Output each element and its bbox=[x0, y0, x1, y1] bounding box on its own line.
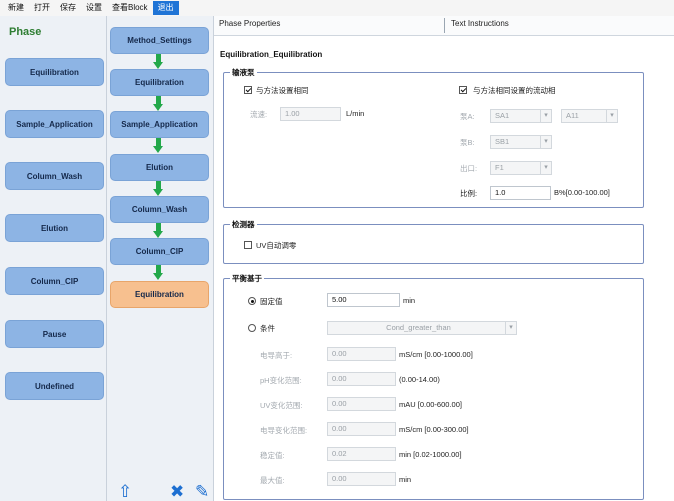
phase-properties-panel: Phase Properties Text Instructions Equil… bbox=[214, 16, 674, 501]
phase-item-column-cip[interactable]: Column_CIP bbox=[5, 267, 104, 295]
uv-auto-zero-checkbox[interactable] bbox=[244, 241, 252, 249]
cond-row-unit: mS/cm [0.00-1000.00] bbox=[399, 350, 473, 359]
flow-rate-input[interactable]: 1.00 bbox=[280, 107, 341, 121]
detector-group-title: 检测器 bbox=[230, 219, 257, 230]
flow-arrow-down-icon bbox=[153, 265, 164, 280]
uv-row-input[interactable]: 0.00 bbox=[327, 397, 396, 411]
pump-b-select[interactable]: SB1 ▾ bbox=[490, 135, 552, 149]
flow-node-equilibration[interactable]: Equilibration bbox=[110, 69, 209, 96]
stable-row-unit: min [0.02-1000.00] bbox=[399, 450, 462, 459]
tab-phase-properties[interactable]: Phase Properties bbox=[214, 16, 280, 36]
menu-save[interactable]: 保存 bbox=[55, 1, 81, 15]
fixed-value-label: 固定值 bbox=[260, 297, 283, 306]
phase-item-pause[interactable]: Pause bbox=[5, 320, 104, 348]
pump-group: 输液泵 与方法设置相同 与方法相同设置的流动相 流速: 1.00 L/min 泵… bbox=[223, 67, 644, 208]
flow-node-column-cip[interactable]: Column_CIP bbox=[110, 238, 209, 265]
pump-a-value: SA1 bbox=[495, 111, 510, 120]
max-row-label: 最大值: bbox=[260, 476, 285, 485]
menu-exit[interactable]: 退出 bbox=[152, 1, 179, 15]
fixed-value-unit: min bbox=[403, 296, 416, 305]
chevron-down-icon: ▾ bbox=[540, 136, 551, 148]
phase-library-panel: Phase Equilibration Sample_Application C… bbox=[0, 16, 107, 501]
cond-range-row-input[interactable]: 0.00 bbox=[327, 422, 396, 436]
phase-name-label: Equilibration_Equilibration bbox=[220, 50, 323, 59]
outlet-select[interactable]: F1 ▾ bbox=[490, 161, 552, 175]
tab-divider bbox=[444, 18, 445, 33]
same-flow-label: 与方法设置相同 bbox=[256, 86, 309, 95]
stable-row-input[interactable]: 0.02 bbox=[327, 447, 396, 461]
pump-a-label: 泵A: bbox=[460, 112, 475, 121]
condition-value: Cond_greater_than bbox=[386, 323, 451, 332]
ratio-unit: B%[0.00-100.00] bbox=[554, 188, 610, 197]
method-flow-panel: Method_Settings Equilibration Sample_App… bbox=[107, 16, 214, 501]
edit-icon[interactable]: ✎ bbox=[195, 482, 209, 501]
ph-row-unit: (0.00-14.00) bbox=[399, 375, 440, 384]
chevron-down-icon: ▾ bbox=[540, 110, 551, 122]
balance-group: 平衡基于 固定值 5.00 min 条件 Cond_greater_than ▾ … bbox=[223, 273, 644, 500]
outlet-label: 出口: bbox=[460, 164, 478, 173]
fixed-value-radio[interactable] bbox=[248, 297, 256, 305]
flow-arrow-down-icon bbox=[153, 223, 164, 238]
phase-item-sample-application[interactable]: Sample_Application bbox=[5, 110, 104, 138]
chevron-down-icon: ▾ bbox=[540, 162, 551, 174]
flow-node-sample-application[interactable]: Sample_Application bbox=[110, 111, 209, 138]
flow-arrow-down-icon bbox=[153, 54, 164, 69]
pump-b-value: SB1 bbox=[495, 137, 510, 146]
menu-settings[interactable]: 设置 bbox=[81, 1, 107, 15]
delete-icon[interactable]: ✖ bbox=[170, 482, 184, 501]
phase-panel-title: Phase bbox=[9, 26, 42, 38]
cond-range-row-label: 电导变化范围: bbox=[260, 426, 308, 435]
move-up-icon[interactable]: ⇧ bbox=[118, 482, 132, 501]
outlet-value: F1 bbox=[495, 163, 504, 172]
stable-row-label: 稳定值: bbox=[260, 451, 285, 460]
ph-row-input[interactable]: 0.00 bbox=[327, 372, 396, 386]
pump-b-label: 泵B: bbox=[460, 138, 475, 147]
tab-text-instructions[interactable]: Text Instructions bbox=[446, 16, 509, 36]
phase-item-equilibration[interactable]: Equilibration bbox=[5, 58, 104, 86]
flow-rate-unit: L/min bbox=[346, 109, 365, 118]
phase-item-undefined[interactable]: Undefined bbox=[5, 372, 104, 400]
max-row-input[interactable]: 0.00 bbox=[327, 472, 396, 486]
phase-item-elution[interactable]: Elution bbox=[5, 214, 104, 242]
menu-open[interactable]: 打开 bbox=[29, 1, 55, 15]
uv-auto-zero-label: UV自动调零 bbox=[256, 241, 297, 250]
ratio-input[interactable]: 1.0 bbox=[490, 186, 551, 200]
same-phase-checkbox[interactable] bbox=[459, 86, 467, 94]
properties-tab-bar: Phase Properties Text Instructions bbox=[214, 16, 674, 36]
cond-row-label: 电导高于: bbox=[260, 351, 293, 360]
condition-radio[interactable] bbox=[248, 324, 256, 332]
flow-rate-label: 流速: bbox=[250, 110, 268, 119]
uv-row-label: UV变化范围: bbox=[260, 401, 303, 410]
flow-node-column-wash[interactable]: Column_Wash bbox=[110, 196, 209, 223]
chevron-down-icon: ▾ bbox=[505, 322, 516, 334]
cond-row-input[interactable]: 0.00 bbox=[327, 347, 396, 361]
flow-arrow-down-icon bbox=[153, 138, 164, 153]
flow-node-equilibration-selected[interactable]: Equilibration bbox=[110, 281, 209, 308]
phase-item-column-wash[interactable]: Column_Wash bbox=[5, 162, 104, 190]
menu-new[interactable]: 新建 bbox=[3, 1, 29, 15]
balance-group-title: 平衡基于 bbox=[230, 273, 264, 284]
flow-arrow-down-icon bbox=[153, 181, 164, 196]
condition-label: 条件 bbox=[260, 324, 275, 333]
pump-a2-value: A11 bbox=[566, 111, 579, 120]
uv-row-unit: mAU [0.00-600.00] bbox=[399, 400, 462, 409]
max-row-unit: min bbox=[399, 475, 412, 484]
pump-a2-select[interactable]: A11 ▾ bbox=[561, 109, 618, 123]
flow-node-method-settings[interactable]: Method_Settings bbox=[110, 27, 209, 54]
ratio-label: 比例: bbox=[460, 189, 478, 198]
chevron-down-icon: ▾ bbox=[606, 110, 617, 122]
pump-group-title: 输液泵 bbox=[230, 67, 257, 78]
menu-bar: 新建 打开 保存 设置 查看Block 退出 bbox=[0, 0, 674, 16]
detector-group: 检测器 UV自动调零 bbox=[223, 219, 644, 264]
condition-select[interactable]: Cond_greater_than ▾ bbox=[327, 321, 517, 335]
pump-a-select[interactable]: SA1 ▾ bbox=[490, 109, 552, 123]
same-flow-checkbox[interactable] bbox=[244, 86, 252, 94]
cond-range-row-unit: mS/cm [0.00-300.00] bbox=[399, 425, 469, 434]
ph-row-label: pH变化范围: bbox=[260, 376, 302, 385]
menu-view-block[interactable]: 查看Block bbox=[107, 1, 153, 15]
flow-arrow-down-icon bbox=[153, 96, 164, 111]
fixed-value-input[interactable]: 5.00 bbox=[327, 293, 400, 307]
same-phase-label: 与方法相同设置的流动相 bbox=[473, 86, 556, 95]
flow-node-elution[interactable]: Elution bbox=[110, 154, 209, 181]
